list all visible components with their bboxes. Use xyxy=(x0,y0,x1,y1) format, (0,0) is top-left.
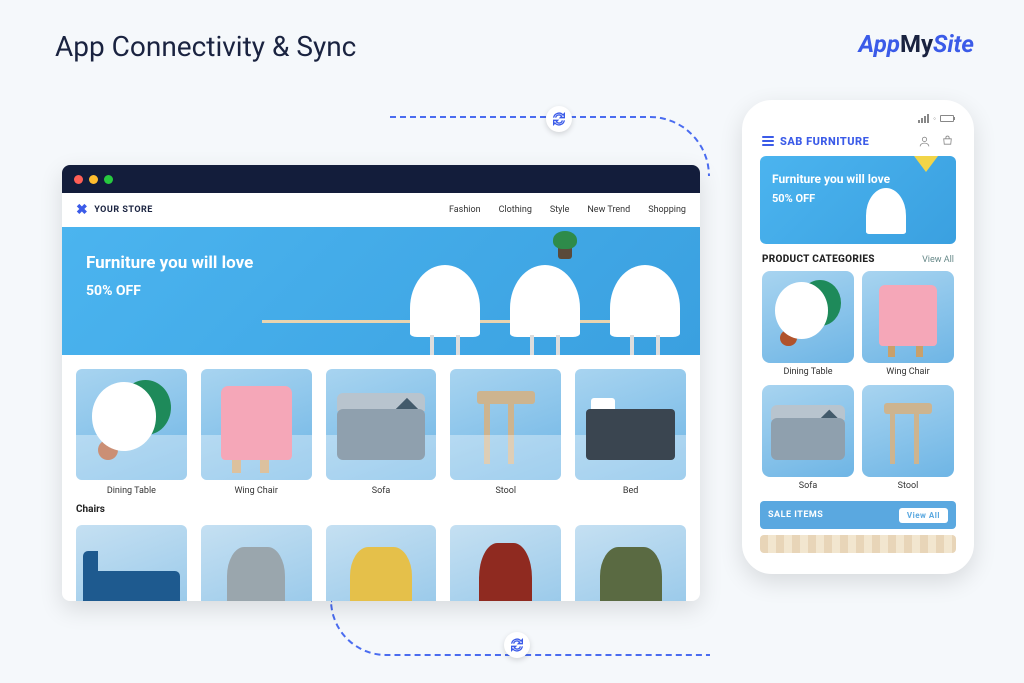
chair-shape xyxy=(600,260,690,355)
app-header: SAB FURNITURE xyxy=(752,126,964,156)
product-thumb xyxy=(575,369,686,480)
sync-icon xyxy=(546,106,572,132)
category-thumb xyxy=(762,271,854,363)
section-label-chairs: Chairs xyxy=(62,502,700,517)
sale-title: SALE ITEMS xyxy=(768,510,823,520)
cart-icon[interactable] xyxy=(941,135,954,148)
app-brand: SAB FURNITURE xyxy=(780,135,869,148)
chair-card[interactable] xyxy=(326,525,437,601)
chair-card[interactable] xyxy=(575,525,686,601)
category-label: Wing Chair xyxy=(886,367,929,377)
product-label: Sofa xyxy=(372,486,391,496)
hero-headline: Furniture you will love xyxy=(772,172,944,186)
hero-chair-shape xyxy=(856,188,916,244)
appmysite-logo: AppMySite xyxy=(859,30,975,58)
product-label: Stool xyxy=(495,486,516,496)
nav-item-shopping[interactable]: Shopping xyxy=(648,205,686,215)
nav-item-style[interactable]: Style xyxy=(550,205,570,215)
window-close-dot[interactable] xyxy=(74,175,83,184)
nav-item-fashion[interactable]: Fashion xyxy=(449,205,481,215)
app-hero-banner[interactable]: Furniture you will love 50% OFF xyxy=(760,156,956,244)
logo-part-my: My xyxy=(900,30,933,58)
chair-card[interactable] xyxy=(201,525,312,601)
sale-strip xyxy=(760,535,956,553)
site-nav: Fashion Clothing Style New Trend Shoppin… xyxy=(449,205,686,215)
logo-part-app: App xyxy=(859,30,900,58)
battery-icon xyxy=(940,115,954,122)
chair-card[interactable] xyxy=(450,525,561,601)
chair-shape xyxy=(400,260,490,355)
category-label: Sofa xyxy=(799,481,818,491)
window-titlebar xyxy=(62,165,700,193)
product-label: Wing Chair xyxy=(235,486,278,496)
sync-icon xyxy=(504,632,530,658)
store-name: YOUR STORE xyxy=(94,205,153,215)
signal-icon xyxy=(918,114,929,123)
window-max-dot[interactable] xyxy=(104,175,113,184)
product-thumb xyxy=(450,369,561,480)
chair-card[interactable] xyxy=(76,525,187,601)
product-label: Dining Table xyxy=(107,486,156,496)
product-card-dining-table[interactable]: Dining Table xyxy=(76,369,187,496)
wifi-icon: ◦ xyxy=(933,114,936,123)
sale-items-bar: SALE ITEMS View All xyxy=(760,501,956,529)
product-row: Dining Table Wing Chair Sofa Stool Bed xyxy=(62,355,700,502)
category-card-sofa[interactable]: Sofa xyxy=(762,385,854,491)
category-card-stool[interactable]: Stool xyxy=(862,385,954,491)
hero-banner[interactable]: Furniture you will love 50% OFF xyxy=(62,227,700,355)
product-label: Bed xyxy=(623,486,638,496)
category-thumb xyxy=(762,385,854,477)
product-card-sofa[interactable]: Sofa xyxy=(326,369,437,496)
categories-header: PRODUCT CATEGORIES View All xyxy=(752,244,964,271)
categories-grid: Dining Table Wing Chair Sofa Stool xyxy=(752,271,964,491)
chair-row xyxy=(62,517,700,601)
site-header: ✖ YOUR STORE Fashion Clothing Style New … xyxy=(62,193,700,227)
sale-view-all-button[interactable]: View All xyxy=(899,508,948,523)
product-card-wing-chair[interactable]: Wing Chair xyxy=(201,369,312,496)
nav-item-new-trend[interactable]: New Trend xyxy=(587,205,630,215)
phone-status-bar: ◦ xyxy=(752,110,964,126)
product-card-bed[interactable]: Bed xyxy=(575,369,686,496)
window-min-dot[interactable] xyxy=(89,175,98,184)
category-label: Stool xyxy=(898,481,919,491)
view-all-link[interactable]: View All xyxy=(922,255,954,265)
logo-part-site: Site xyxy=(933,30,974,58)
product-thumb xyxy=(76,369,187,480)
lamp-icon xyxy=(914,156,938,172)
product-card-stool[interactable]: Stool xyxy=(450,369,561,496)
hero-chairs xyxy=(400,227,690,355)
category-card-wing-chair[interactable]: Wing Chair xyxy=(862,271,954,377)
chair-shape xyxy=(500,260,590,355)
menu-icon[interactable] xyxy=(762,136,774,146)
mobile-phone-frame: ◦ SAB FURNITURE Furniture you will love … xyxy=(742,100,974,574)
category-thumb xyxy=(862,385,954,477)
page-title: App Connectivity & Sync xyxy=(55,30,356,63)
product-thumb xyxy=(326,369,437,480)
category-card-dining-table[interactable]: Dining Table xyxy=(762,271,854,377)
category-thumb xyxy=(862,271,954,363)
store-logo[interactable]: ✖ YOUR STORE xyxy=(76,202,153,218)
nav-item-clothing[interactable]: Clothing xyxy=(499,205,532,215)
store-logo-mark: ✖ xyxy=(76,202,88,218)
categories-title: PRODUCT CATEGORIES xyxy=(762,254,875,265)
category-label: Dining Table xyxy=(783,367,832,377)
product-thumb xyxy=(201,369,312,480)
user-icon[interactable] xyxy=(918,135,931,148)
desktop-browser-window: ✖ YOUR STORE Fashion Clothing Style New … xyxy=(62,165,700,601)
